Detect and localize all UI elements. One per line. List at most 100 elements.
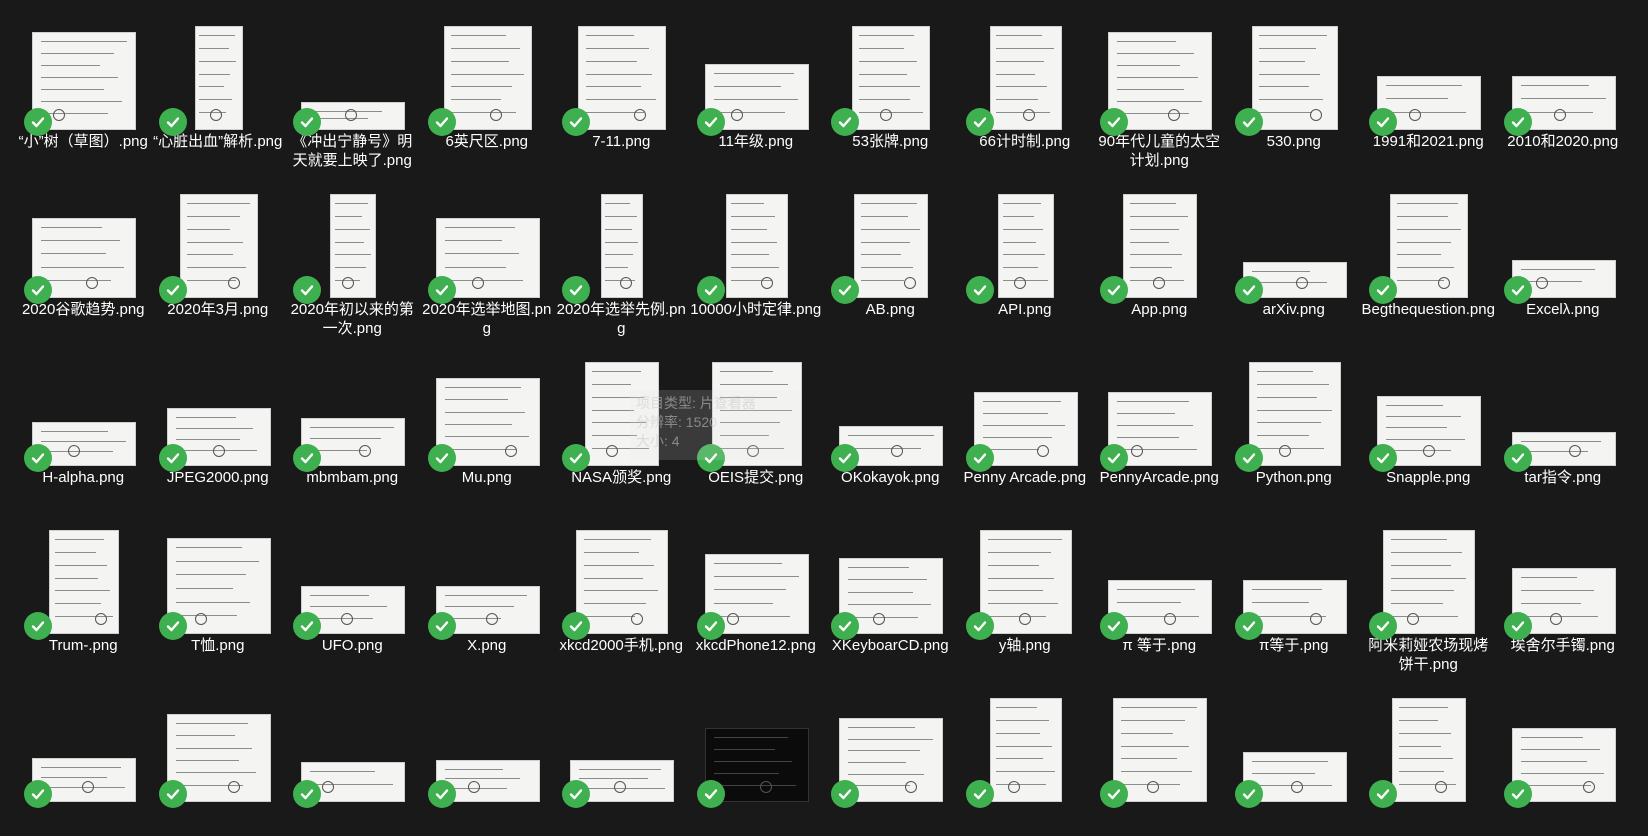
selected-check-icon[interactable]	[427, 444, 456, 472]
file-tile[interactable]: 2020谷歌趋势.png	[16, 188, 151, 356]
selected-check-icon[interactable]	[831, 780, 859, 808]
selected-check-icon[interactable]	[24, 444, 52, 472]
selected-check-icon[interactable]	[293, 780, 321, 808]
file-tile[interactable]: OKokayok.png	[823, 356, 958, 524]
selected-check-icon[interactable]	[293, 444, 321, 472]
file-tile[interactable]: H-alpha.png	[16, 356, 151, 524]
file-tile[interactable]: Trum-.png	[16, 524, 151, 692]
selected-check-icon[interactable]	[1369, 780, 1397, 808]
file-tile[interactable]: 66计时制.png	[958, 20, 1093, 188]
file-tile[interactable]: 53张牌.png	[823, 20, 958, 188]
file-tile[interactable]: “小”树（草图）.png	[16, 20, 151, 188]
file-tile[interactable]: mbmbam.png	[285, 356, 420, 524]
selected-check-icon[interactable]	[158, 612, 187, 640]
selected-check-icon[interactable]	[427, 276, 456, 304]
selected-check-icon[interactable]	[1234, 276, 1263, 304]
file-tile[interactable]: 《冲出宁静号》明天就要上映了.png	[285, 20, 420, 188]
file-tile[interactable]: xkcd2000手机.png	[554, 524, 689, 692]
selected-check-icon[interactable]	[965, 276, 994, 304]
file-tile[interactable]: “心脏出血”解析.png	[151, 20, 286, 188]
file-tile[interactable]	[823, 692, 958, 836]
selected-check-icon[interactable]	[427, 780, 456, 808]
selected-check-icon[interactable]	[1234, 780, 1263, 808]
selected-check-icon[interactable]	[427, 108, 456, 136]
file-tile[interactable]: 埃舍尔手镯.png	[1496, 524, 1631, 692]
selected-check-icon[interactable]	[158, 780, 187, 808]
selected-check-icon[interactable]	[696, 276, 725, 304]
selected-check-icon[interactable]	[158, 444, 187, 472]
file-tile[interactable]	[151, 692, 286, 836]
file-tile[interactable]: xkcdPhone12.png	[689, 524, 824, 692]
file-tile[interactable]: 1991和2021.png	[1361, 20, 1496, 188]
file-tile[interactable]: π 等于.png	[1092, 524, 1227, 692]
file-tile[interactable]: UFO.png	[285, 524, 420, 692]
file-tile[interactable]	[1496, 692, 1631, 836]
file-tile[interactable]: Begthequestion.png	[1361, 188, 1496, 356]
selected-check-icon[interactable]	[1234, 444, 1263, 472]
selected-check-icon[interactable]	[562, 780, 590, 808]
selected-check-icon[interactable]	[562, 108, 590, 136]
selected-check-icon[interactable]	[1234, 108, 1263, 136]
file-tile[interactable]: Excelλ.png	[1496, 188, 1631, 356]
file-tile[interactable]: 10000小时定律.png	[689, 188, 824, 356]
selected-check-icon[interactable]	[1234, 612, 1263, 640]
file-tile[interactable]: Snapple.png	[1361, 356, 1496, 524]
selected-check-icon[interactable]	[24, 108, 52, 136]
file-tile[interactable]: 2020年初以来的第一次.png	[285, 188, 420, 356]
selected-check-icon[interactable]	[1503, 276, 1532, 304]
selected-check-icon[interactable]	[696, 780, 725, 808]
file-tile[interactable]	[1092, 692, 1227, 836]
file-tile[interactable]: 2010和2020.png	[1496, 20, 1631, 188]
file-tile[interactable]: 2020年选举地图.png	[420, 188, 555, 356]
selected-check-icon[interactable]	[965, 780, 994, 808]
file-tile[interactable]: T恤.png	[151, 524, 286, 692]
file-tile[interactable]: AB.png	[823, 188, 958, 356]
selected-check-icon[interactable]	[1503, 444, 1532, 472]
selected-check-icon[interactable]	[1100, 276, 1128, 304]
selected-check-icon[interactable]	[696, 108, 725, 136]
selected-check-icon[interactable]	[965, 612, 994, 640]
file-tile[interactable]: 6英尺区.png	[420, 20, 555, 188]
selected-check-icon[interactable]	[1503, 612, 1532, 640]
selected-check-icon[interactable]	[24, 780, 52, 808]
file-tile[interactable]: JPEG2000.png	[151, 356, 286, 524]
selected-check-icon[interactable]	[1100, 780, 1128, 808]
selected-check-icon[interactable]	[696, 612, 725, 640]
file-tile[interactable]: y轴.png	[958, 524, 1093, 692]
selected-check-icon[interactable]	[1369, 108, 1397, 136]
selected-check-icon[interactable]	[293, 108, 321, 136]
selected-check-icon[interactable]	[1100, 612, 1128, 640]
selected-check-icon[interactable]	[1369, 276, 1397, 304]
file-tile[interactable]: 阿米莉娅农场现烤饼干.png	[1361, 524, 1496, 692]
file-tile[interactable]: 530.png	[1227, 20, 1362, 188]
selected-check-icon[interactable]	[831, 444, 859, 472]
file-tile[interactable]: π等于.png	[1227, 524, 1362, 692]
selected-check-icon[interactable]	[831, 108, 859, 136]
selected-check-icon[interactable]	[24, 276, 52, 304]
selected-check-icon[interactable]	[562, 612, 590, 640]
file-tile[interactable]: arXiv.png	[1227, 188, 1362, 356]
selected-check-icon[interactable]	[831, 276, 859, 304]
file-tile[interactable]	[1361, 692, 1496, 836]
selected-check-icon[interactable]	[158, 276, 187, 304]
selected-check-icon[interactable]	[1369, 444, 1397, 472]
selected-check-icon[interactable]	[1503, 108, 1532, 136]
file-tile[interactable]: 90年代儿童的太空计划.png	[1092, 20, 1227, 188]
file-tile[interactable]: Penny Arcade.png	[958, 356, 1093, 524]
file-tile[interactable]	[16, 692, 151, 836]
selected-check-icon[interactable]	[562, 276, 590, 304]
file-tile[interactable]	[554, 692, 689, 836]
selected-check-icon[interactable]	[293, 276, 321, 304]
file-tile[interactable]	[285, 692, 420, 836]
file-tile[interactable]: 2020年3月.png	[151, 188, 286, 356]
file-tile[interactable]: tar指令.png	[1496, 356, 1631, 524]
selected-check-icon[interactable]	[1100, 444, 1128, 472]
file-tile[interactable]: App.png	[1092, 188, 1227, 356]
file-tile[interactable]	[420, 692, 555, 836]
file-tile[interactable]: 11年级.png	[689, 20, 824, 188]
selected-check-icon[interactable]	[427, 612, 456, 640]
file-tile[interactable]: Python.png	[1227, 356, 1362, 524]
file-tile[interactable]	[958, 692, 1093, 836]
file-tile[interactable]: 2020年选举先例.png	[554, 188, 689, 356]
selected-check-icon[interactable]	[831, 612, 859, 640]
